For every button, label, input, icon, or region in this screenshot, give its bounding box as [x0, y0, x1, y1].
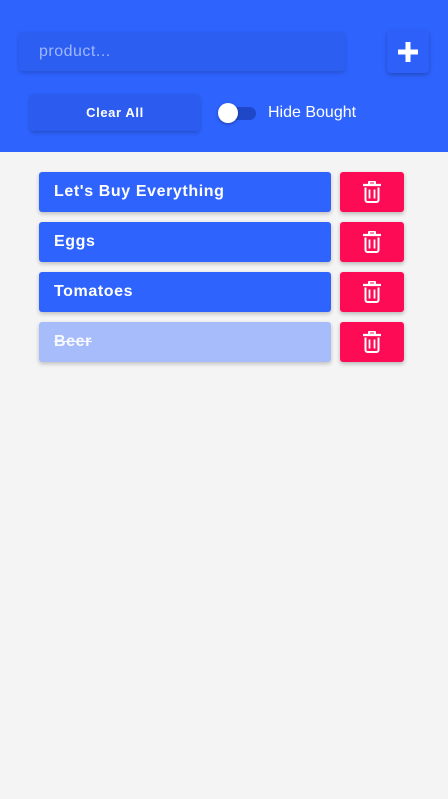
trash-icon	[363, 181, 381, 203]
delete-item-button[interactable]	[340, 272, 404, 312]
trash-icon	[363, 281, 381, 303]
list-item: Let's Buy Everything	[0, 172, 448, 212]
delete-item-button[interactable]	[340, 222, 404, 262]
hide-bought-toggle[interactable]	[218, 102, 258, 124]
item-label-bought[interactable]: Beer	[39, 322, 331, 362]
list-item: Eggs	[0, 222, 448, 262]
list-item: Tomatoes	[0, 272, 448, 312]
app-header: Clear All Hide Bought	[0, 0, 448, 152]
plus-icon	[398, 41, 418, 62]
clear-all-button[interactable]: Clear All	[30, 94, 200, 131]
trash-icon	[363, 231, 381, 253]
add-item-button[interactable]	[387, 30, 429, 73]
list-item: Beer	[0, 322, 448, 362]
delete-item-button[interactable]	[340, 172, 404, 212]
hide-bought-label: Hide Bought	[268, 104, 357, 121]
item-label[interactable]: Eggs	[39, 222, 331, 262]
item-label[interactable]: Let's Buy Everything	[39, 172, 331, 212]
trash-icon	[363, 331, 381, 353]
delete-item-button[interactable]	[340, 322, 404, 362]
item-label[interactable]: Tomatoes	[39, 272, 331, 312]
product-input[interactable]	[19, 32, 345, 71]
toggle-thumb	[218, 103, 238, 123]
